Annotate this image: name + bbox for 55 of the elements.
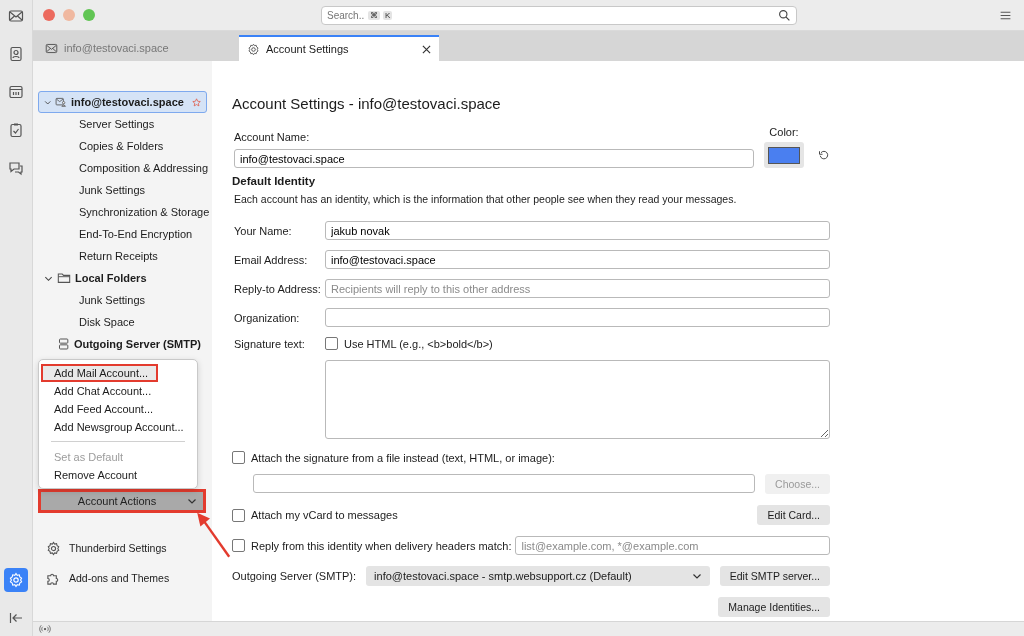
settings-page-item[interactable]: Copies & Folders: [33, 135, 212, 157]
tab[interactable]: Account Settings: [239, 35, 439, 61]
checkbox-label: Reply from this identity when delivery headers match:: [251, 539, 512, 552]
field-label: Organization:: [234, 311, 301, 324]
edit-card-button[interactable]: Edit Card...: [757, 505, 830, 525]
section-heading: Default Identity: [232, 175, 317, 187]
settings-page-item[interactable]: Composition & Addressing: [33, 157, 212, 179]
settings-page-item[interactable]: Server Settings: [33, 113, 212, 135]
settings-page-item[interactable]: Junk Settings: [33, 179, 212, 201]
account-tree-item[interactable]: Outgoing Server (SMTP): [38, 333, 207, 355]
account-label: info@testovaci.space: [71, 96, 184, 108]
sidebar-link-label: Add-ons and Themes: [69, 572, 170, 584]
account-label: Local Folders: [75, 272, 147, 284]
settings-page-item[interactable]: Synchronization & Storage: [33, 201, 212, 223]
account-name-field[interactable]: info@testovaci.space: [234, 149, 754, 168]
field-label: Signature text:: [234, 337, 306, 350]
sidebar-link[interactable]: Add-ons and Themes: [46, 569, 212, 587]
tab-label: info@testovaci.space: [64, 42, 169, 54]
menu-item[interactable]: Remove Account: [41, 466, 195, 484]
sidebar-link-label: Thunderbird Settings: [69, 542, 167, 554]
text-field[interactable]: Recipients will reply to this other address: [325, 279, 830, 298]
field-label: Outgoing Server (SMTP):: [232, 570, 357, 582]
checkbox-label: Use HTML (e.g., <b>bold</b>): [344, 337, 493, 350]
menu-item[interactable]: Add Chat Account...: [41, 382, 195, 400]
field-label: Color:: [769, 126, 799, 138]
description-text: Each account has an identity, which is the information that other people see when they read your messages.: [234, 193, 738, 205]
account-actions-button[interactable]: Account Actions: [38, 489, 206, 513]
shortcut-key: K: [383, 10, 393, 20]
settings-page-item[interactable]: Junk Settings: [33, 289, 212, 311]
menu-item[interactable]: Add Newsgroup Account...: [41, 418, 195, 436]
menu-item[interactable]: Add Mail Account...: [41, 364, 159, 382]
smtp-server-dropdown[interactable]: info@testovaci.space - smtp.websupport.cz (Default): [366, 566, 710, 586]
account-tree-item[interactable]: info@testovaci.space: [38, 91, 207, 113]
field-label: Email Address:: [234, 253, 309, 266]
field-label: Account Name:: [234, 131, 311, 143]
manage-identities-button[interactable]: Manage Identities...: [718, 597, 830, 617]
sidebar-link[interactable]: Thunderbird Settings: [46, 539, 212, 557]
text-field[interactable]: info@testovaci.space: [325, 250, 830, 269]
tab-label: Account Settings: [266, 43, 349, 55]
settings-page-item[interactable]: Disk Space: [33, 311, 212, 333]
dropdown-value: info@testovaci.space - smtp.websupport.cz (Default): [374, 570, 632, 582]
shortcut-key: ⌘: [368, 10, 380, 20]
text-field[interactable]: jakub novak: [325, 221, 830, 240]
account-label: Outgoing Server (SMTP): [73, 338, 201, 350]
headers-field[interactable]: list@example.com, *@example.com: [515, 536, 830, 555]
page-title: Account Settings - info@testovaci.space: [232, 95, 502, 112]
field-label: Reply-to Address:: [234, 282, 322, 295]
account-tree-item[interactable]: Local Folders: [38, 267, 207, 289]
checkbox-label: Attach the signature from a file instead (text, HTML, or image):: [251, 451, 555, 464]
settings-page-item[interactable]: Return Receipts: [33, 245, 212, 267]
edit-smtp-button[interactable]: Edit SMTP server...: [719, 566, 830, 586]
field-label: Your Name:: [234, 224, 293, 237]
settings-page-item[interactable]: End-To-End Encryption: [33, 223, 212, 245]
menu-item[interactable]: Add Feed Account...: [41, 400, 195, 418]
checkbox-label: Attach my vCard to messages: [251, 509, 398, 521]
